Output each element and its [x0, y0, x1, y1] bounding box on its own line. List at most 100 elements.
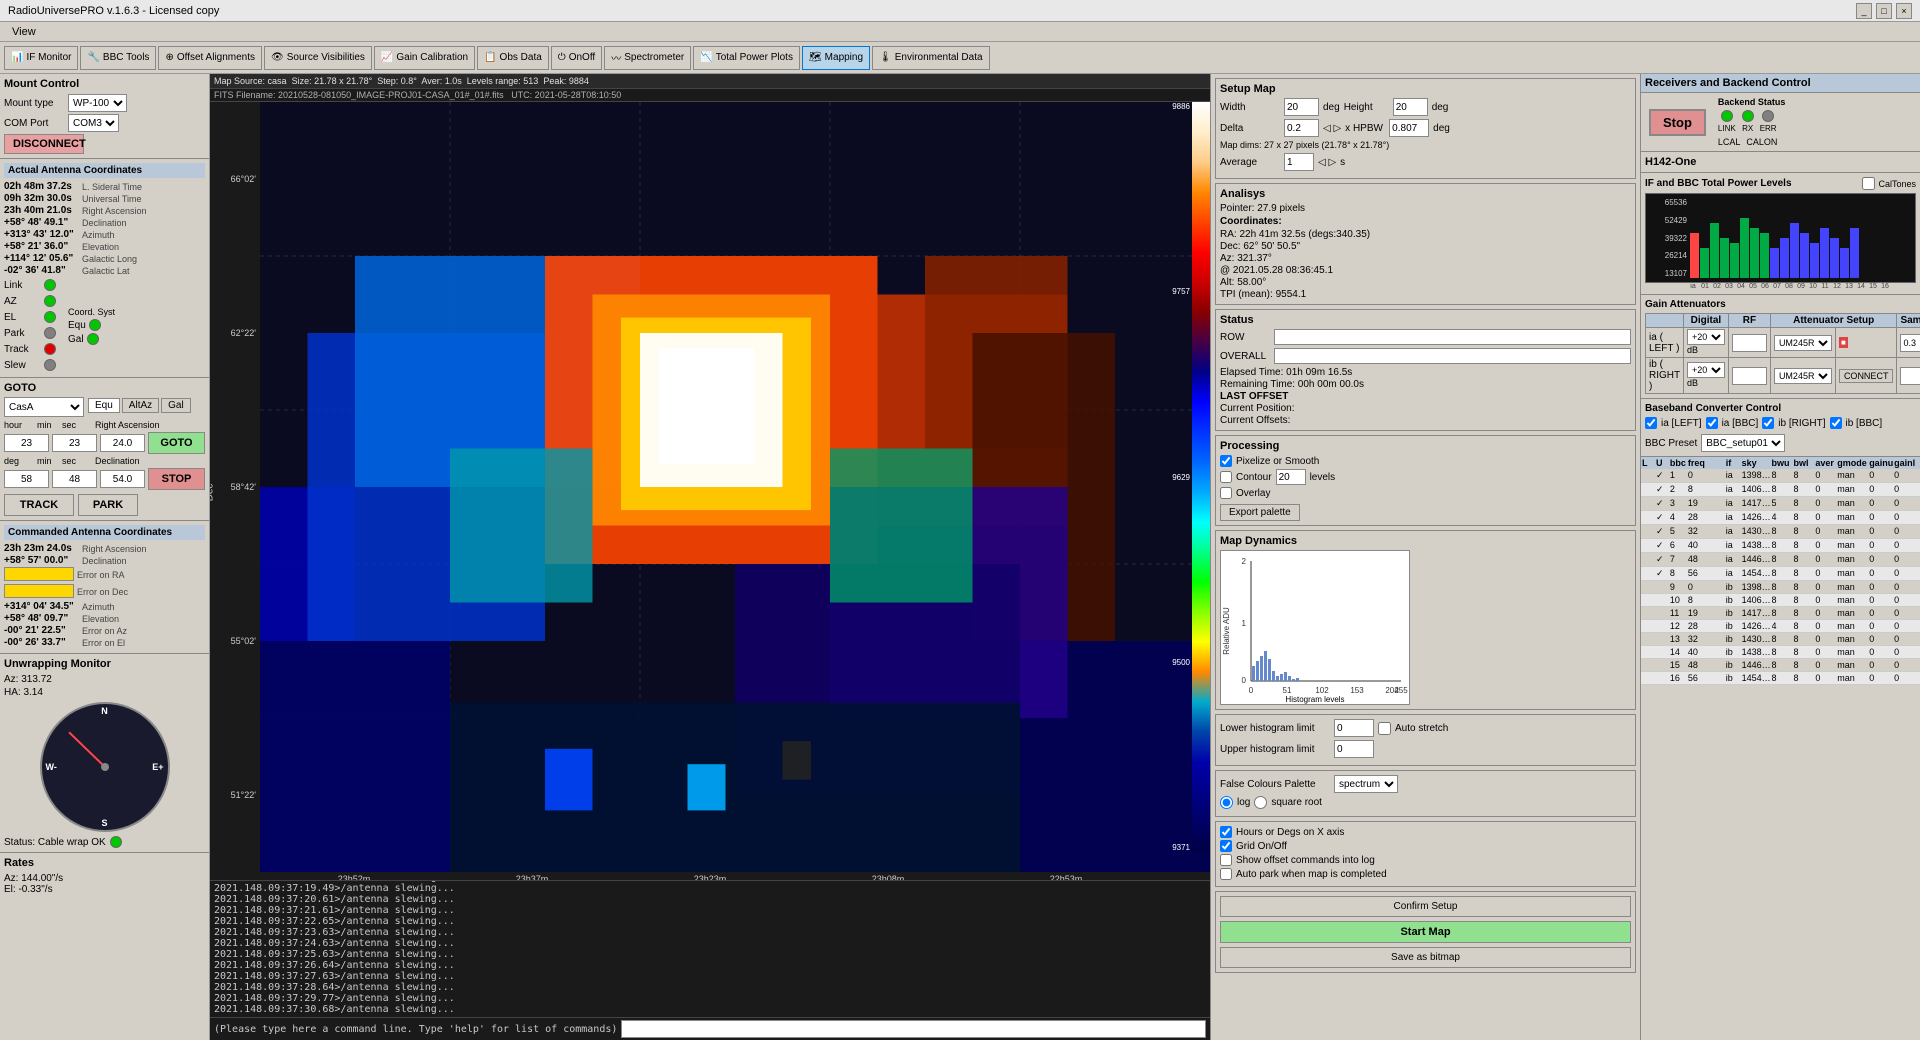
cal-tones-checkbox[interactable] — [1862, 177, 1875, 190]
confirm-setup-button[interactable]: Confirm Setup — [1220, 896, 1631, 917]
bbc-cell-11: 0 — [1894, 660, 1919, 670]
left-rf-cell — [1728, 328, 1770, 358]
export-palette-button[interactable]: Export palette — [1220, 504, 1300, 521]
source-select[interactable]: CasA — [4, 397, 84, 417]
show-offsets-checkbox[interactable] — [1220, 854, 1232, 866]
right-rf-input[interactable] — [1732, 367, 1767, 385]
window-controls[interactable]: _ □ × — [1856, 3, 1912, 19]
stop-button[interactable]: Stop — [1649, 109, 1706, 136]
start-map-button[interactable]: Start Map — [1220, 921, 1631, 943]
sqrt-radio[interactable] — [1254, 796, 1267, 809]
ra-hour-input[interactable] — [4, 434, 49, 452]
save-bitmap-button[interactable]: Save as bitmap — [1220, 947, 1631, 968]
scale-top: 9886 — [1172, 102, 1190, 111]
if-bbc-section: IF and BBC Total Power Levels CalTones 6… — [1641, 173, 1920, 295]
upper-hist-input[interactable] — [1334, 740, 1374, 758]
pixelize-checkbox[interactable] — [1220, 455, 1232, 467]
gal-tab[interactable]: Gal — [161, 398, 191, 413]
bbc-cell-9: man — [1837, 568, 1869, 579]
offset-alignments-btn[interactable]: ⊕ Offset Alignments — [158, 46, 262, 70]
track-button[interactable]: TRACK — [4, 494, 74, 516]
bbc-cell-5: 1426.00 — [1742, 621, 1772, 631]
com-port-row: COM Port COM3 — [4, 114, 205, 132]
dec-min-input[interactable] — [52, 470, 97, 488]
lower-hist-input[interactable] — [1334, 719, 1374, 737]
left-sampler-input[interactable] — [1900, 334, 1920, 352]
ia-bbc-checkbox[interactable] — [1706, 417, 1718, 429]
ra-min-input[interactable] — [52, 434, 97, 452]
bbc-tools-btn[interactable]: 🔧 BBC Tools — [80, 46, 156, 70]
stop-button[interactable]: STOP — [148, 468, 205, 490]
com-port-select[interactable]: COM3 — [68, 114, 119, 132]
bbc-cell-2: 3 — [1670, 498, 1688, 509]
left-rf-input[interactable] — [1732, 334, 1767, 352]
spectrometer-btn[interactable]: 〰 Spectrometer — [604, 46, 691, 70]
total-power-btn[interactable]: 📉 Total Power Plots — [693, 46, 800, 70]
park-button[interactable]: PARK — [78, 494, 138, 516]
current-offset: Current Offsets: — [1220, 415, 1631, 426]
hours-degs-checkbox[interactable] — [1220, 826, 1232, 838]
minimize-button[interactable]: _ — [1856, 3, 1872, 19]
maximize-button[interactable]: □ — [1876, 3, 1892, 19]
auto-park-checkbox[interactable] — [1220, 868, 1232, 880]
bbc-table-row: ✓10ia1398.00880man00 — [1641, 469, 1920, 483]
obs-data-btn[interactable]: 📋 Obs Data — [477, 46, 549, 70]
if-monitor-btn[interactable]: 📊 IF Monitor — [4, 46, 78, 70]
width-input[interactable] — [1284, 98, 1319, 116]
bbc-cell-7: 8 — [1793, 582, 1815, 592]
palette-row: False Colours Palette spectrum — [1220, 775, 1631, 793]
log-radio[interactable] — [1220, 796, 1233, 809]
env-data-btn[interactable]: 🌡 Environmental Data — [872, 46, 990, 70]
hpbw-input[interactable] — [1389, 119, 1429, 137]
bbc-cell-10: 0 — [1869, 647, 1894, 657]
ra-sec-input[interactable] — [100, 434, 145, 452]
right-att-select[interactable]: UM245R — [1774, 368, 1832, 384]
db-label-left: dB — [1687, 345, 1698, 355]
equ-tab[interactable]: Equ — [88, 398, 120, 413]
bbc-cell-6: 8 — [1772, 608, 1794, 618]
dec-sec-input[interactable] — [100, 470, 145, 488]
connect-button[interactable]: CONNECT — [1839, 369, 1894, 383]
arrow2-icon: ◁ ▷ — [1318, 157, 1336, 168]
bbc-cell-3: 32 — [1688, 526, 1726, 537]
contour-levels-input[interactable] — [1276, 469, 1306, 485]
grid-onoff-checkbox[interactable] — [1220, 840, 1232, 852]
ia-left-checkbox[interactable] — [1645, 417, 1657, 429]
auto-stretch-checkbox[interactable] — [1378, 722, 1391, 735]
gain-cal-btn[interactable]: 📈 Gain Calibration — [374, 46, 475, 70]
level-bars-container — [1690, 198, 1911, 278]
bbc-table-row: ✓28ia1406.00880man00 — [1641, 483, 1920, 497]
console-line: 2021.148.09:37:20.61>/antenna slewing... — [214, 894, 1206, 905]
height-input[interactable] — [1393, 98, 1428, 116]
dec-deg-input[interactable] — [4, 470, 49, 488]
mapping-btn[interactable]: 🗺 Mapping — [802, 46, 870, 70]
source-vis-btn[interactable]: 👁 Source Visibilities — [264, 46, 372, 70]
right-sampler-input[interactable] — [1900, 367, 1920, 385]
onoff-btn[interactable]: ⏻ OnOff — [551, 46, 602, 70]
bbc-preset-select[interactable]: BBC_setup01 — [1701, 434, 1785, 452]
ib-bbc-checkbox[interactable] — [1830, 417, 1842, 429]
left-digital-select[interactable]: +20 — [1687, 329, 1725, 345]
console-input[interactable] — [621, 1020, 1206, 1038]
left-att-select[interactable]: UM245R — [1774, 335, 1832, 351]
overlay-checkbox[interactable] — [1220, 487, 1232, 499]
palette-select[interactable]: spectrum — [1334, 775, 1398, 793]
delta-input[interactable] — [1284, 119, 1319, 137]
az-value: +313° 43' 12.0" — [4, 229, 79, 240]
disconnect-button[interactable]: DISCONNECT — [4, 134, 84, 154]
average-input[interactable] — [1284, 153, 1314, 171]
auto-stretch-label: Auto stretch — [1395, 723, 1448, 734]
bbc-cell-6: 8 — [1772, 647, 1794, 657]
upper-hist-row: Upper histogram limit — [1220, 740, 1631, 758]
close-button[interactable]: × — [1896, 3, 1912, 19]
contour-checkbox[interactable] — [1220, 471, 1232, 483]
altaz-tab[interactable]: AltAz — [122, 398, 159, 413]
goto-button[interactable]: GOTO — [148, 432, 205, 454]
bbc-cell-6: 8 — [1772, 540, 1794, 551]
bbc-cell-2: 13 — [1670, 634, 1688, 644]
mount-type-select[interactable]: WP-100 — [68, 94, 127, 112]
bbc-cell-5: 1417.00 — [1742, 608, 1772, 618]
right-digital-select[interactable]: +20 — [1687, 362, 1725, 378]
ib-right-checkbox[interactable] — [1762, 417, 1774, 429]
view-menu[interactable]: View — [4, 24, 44, 40]
